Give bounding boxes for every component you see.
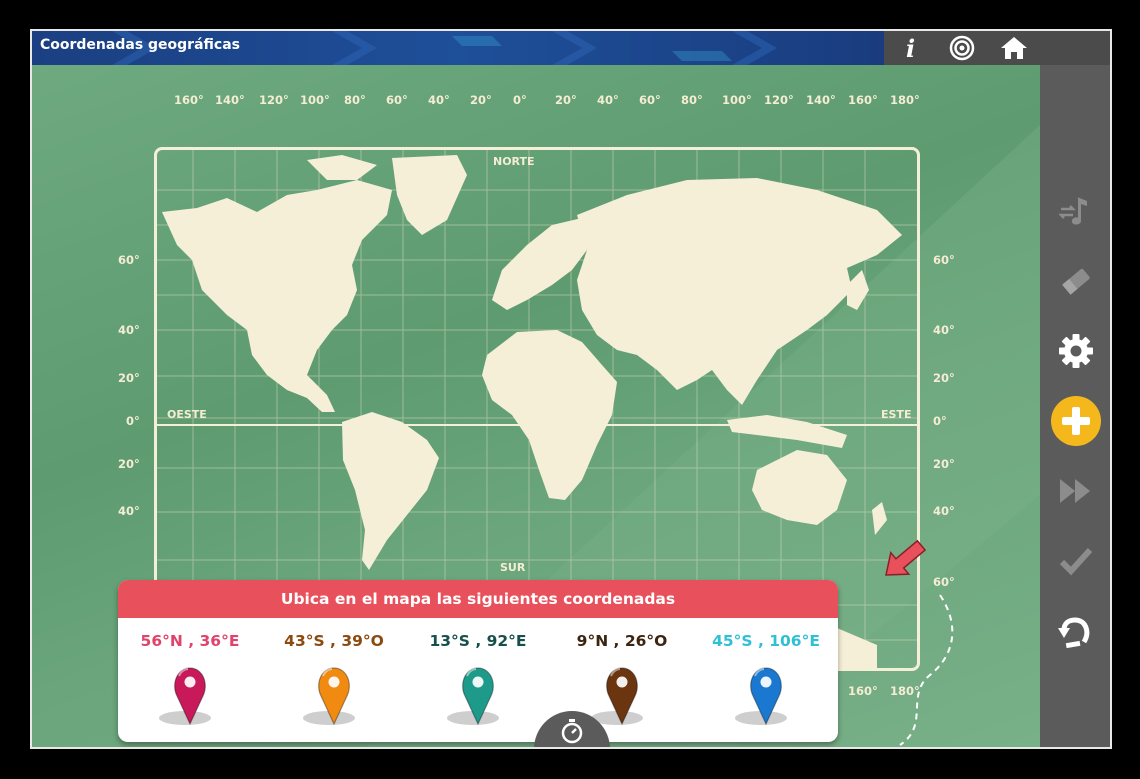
pin-brown-icon bbox=[591, 667, 643, 726]
latitude-tick-right: 40° bbox=[933, 504, 955, 518]
coordinates-panel: Ubica en el mapa las siguientes coordena… bbox=[118, 580, 838, 742]
undo-icon bbox=[1058, 617, 1090, 649]
pin-magenta-icon bbox=[159, 667, 211, 726]
fast-forward-button[interactable] bbox=[1040, 463, 1110, 519]
plus-icon bbox=[1051, 396, 1101, 446]
music-icon bbox=[1059, 197, 1087, 225]
hint-arrow bbox=[885, 539, 954, 746]
tick-label: 160° bbox=[174, 93, 204, 107]
app-window: Coordenadas geográficas i 160° 140° 120°… bbox=[30, 29, 1112, 749]
svg-text:i: i bbox=[906, 35, 915, 61]
latitude-tick-right: 40° bbox=[933, 323, 955, 337]
settings-button[interactable] bbox=[1040, 323, 1110, 379]
tick-label: 160° bbox=[848, 93, 878, 107]
eraser-button[interactable] bbox=[1040, 253, 1110, 309]
pin-teal-icon bbox=[447, 667, 499, 726]
panel-header: Ubica en el mapa las siguientes coordena… bbox=[118, 580, 838, 618]
south-label: SUR bbox=[500, 561, 526, 574]
undo-button[interactable] bbox=[1040, 603, 1110, 659]
target-button[interactable] bbox=[942, 31, 982, 65]
tick-label: 140° bbox=[806, 93, 836, 107]
latitude-tick-left: 40° bbox=[118, 504, 140, 518]
coordinate-label: 13°S , 92°E bbox=[429, 632, 527, 650]
target-icon bbox=[949, 35, 975, 61]
latitude-tick-right: 20° bbox=[933, 371, 955, 385]
tick-label: 20° bbox=[470, 93, 492, 107]
pin-orange[interactable] bbox=[299, 662, 369, 726]
music-button[interactable] bbox=[1040, 183, 1110, 239]
info-button[interactable]: i bbox=[890, 31, 930, 65]
info-icon: i bbox=[906, 35, 915, 61]
top-icon-bar: i bbox=[884, 31, 1110, 65]
title-bar: Coordenadas geográficas bbox=[32, 31, 884, 65]
tick-label: 120° bbox=[259, 93, 289, 107]
latitude-tick-right: 0° bbox=[933, 414, 947, 428]
panel-title: Ubica en el mapa las siguientes coordena… bbox=[280, 590, 676, 608]
tick-label: 80° bbox=[681, 93, 703, 107]
tick-label: 100° bbox=[722, 93, 752, 107]
eraser-icon bbox=[1062, 268, 1090, 295]
tick-label: 60° bbox=[639, 93, 661, 107]
check-button[interactable] bbox=[1040, 533, 1110, 589]
stopwatch-icon bbox=[561, 719, 583, 744]
latitude-tick-left: 60° bbox=[118, 253, 140, 267]
latitude-tick-left: 20° bbox=[118, 371, 140, 385]
latitude-tick-right: 20° bbox=[933, 457, 955, 471]
gear-icon bbox=[1059, 334, 1093, 368]
pin-brown[interactable] bbox=[587, 662, 657, 726]
check-icon bbox=[1059, 547, 1093, 576]
add-button[interactable] bbox=[1040, 393, 1110, 449]
tick-label: 120° bbox=[764, 93, 794, 107]
latitude-tick-left: 40° bbox=[118, 323, 140, 337]
tick-label: 20° bbox=[555, 93, 577, 107]
coordinate-label: 56°N , 36°E bbox=[140, 632, 240, 650]
tick-label: 140° bbox=[215, 93, 245, 107]
tick-label: 80° bbox=[344, 93, 366, 107]
home-button[interactable] bbox=[994, 31, 1034, 65]
tick-label: 60° bbox=[386, 93, 408, 107]
coordinate-label: 43°S , 39°O bbox=[284, 632, 384, 650]
north-label: NORTE bbox=[493, 155, 535, 168]
tick-label: 180° bbox=[890, 93, 920, 107]
tick-label: 40° bbox=[597, 93, 619, 107]
app-title: Coordenadas geográficas bbox=[40, 37, 240, 53]
east-label: ESTE bbox=[881, 408, 912, 421]
latitude-tick-right: 60° bbox=[933, 253, 955, 267]
fast-forward-icon bbox=[1060, 479, 1090, 503]
pin-orange-icon bbox=[303, 667, 355, 726]
tick-label: 100° bbox=[300, 93, 330, 107]
latitude-tick-left: 0° bbox=[126, 414, 140, 428]
coordinate-label: 9°N , 26°O bbox=[576, 632, 668, 650]
west-label: OESTE bbox=[167, 408, 207, 421]
map-area: 160° 140° 120° 100° 80° 60° 40° 20° 0° 2… bbox=[32, 65, 1040, 747]
tool-sidebar bbox=[1040, 65, 1110, 747]
latitude-tick-left: 20° bbox=[118, 457, 140, 471]
tick-label: 40° bbox=[428, 93, 450, 107]
pin-blue-icon bbox=[735, 667, 787, 726]
pin-teal[interactable] bbox=[443, 662, 513, 726]
tick-label: 0° bbox=[513, 93, 527, 107]
pin-blue[interactable] bbox=[731, 662, 801, 726]
coordinate-label: 45°S , 106°E bbox=[712, 632, 820, 650]
pin-magenta[interactable] bbox=[155, 662, 225, 726]
home-icon bbox=[1001, 37, 1027, 59]
